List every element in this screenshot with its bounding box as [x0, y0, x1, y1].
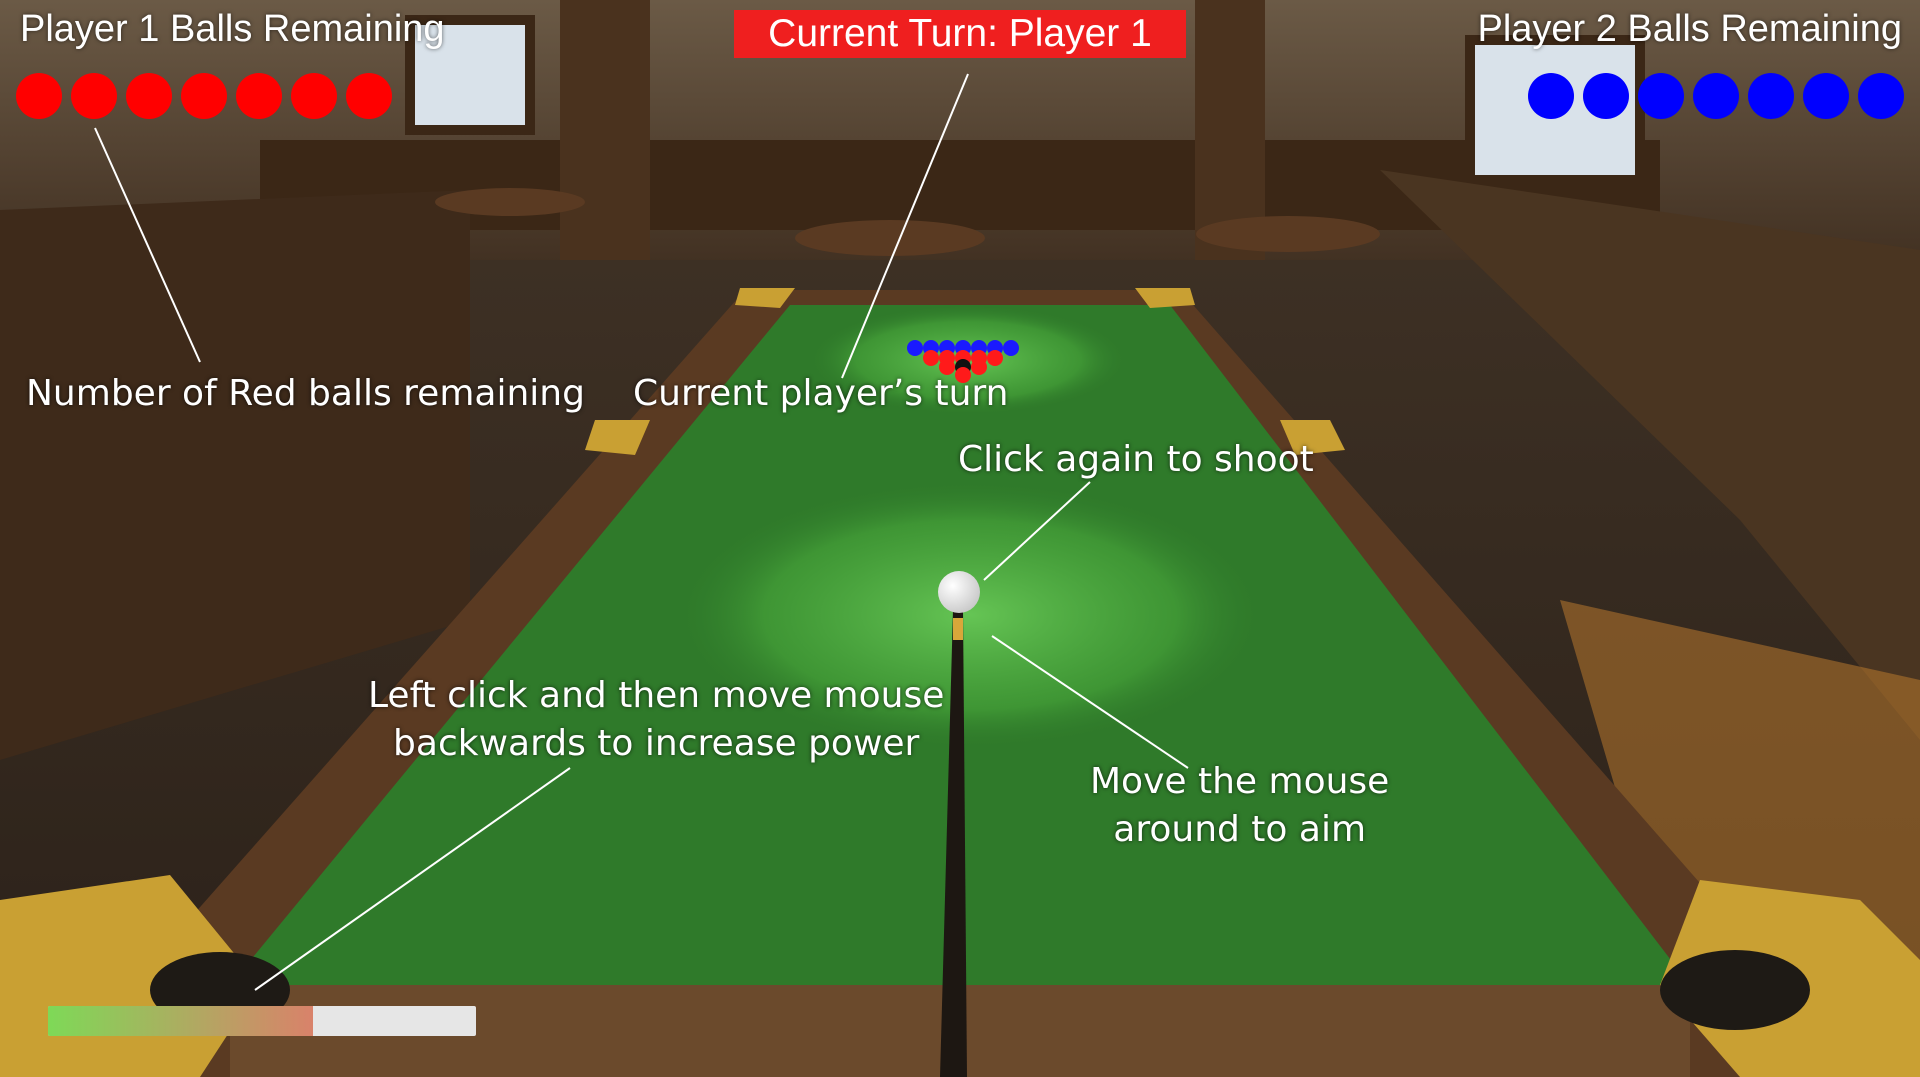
- player1-balls-remaining: [15, 72, 393, 122]
- remaining-ball-icon: [291, 73, 337, 119]
- annotation-red-balls: Number of Red balls remaining: [26, 373, 585, 414]
- remaining-ball-icon: [181, 73, 227, 119]
- annotation-power-line1: Left click and then move mouse: [368, 675, 945, 716]
- remaining-ball-icon: [16, 73, 62, 119]
- current-turn-banner: Current Turn: Player 1: [734, 10, 1186, 58]
- power-bar-fill: [48, 1006, 314, 1036]
- player2-balls-title: Player 2 Balls Remaining: [1477, 8, 1902, 50]
- rack-ball: [907, 340, 923, 356]
- annotation-power-line2: backwards to increase power: [393, 723, 920, 764]
- player1-balls-title: Player 1 Balls Remaining: [20, 8, 445, 50]
- game-scene[interactable]: [0, 0, 1920, 1077]
- rack-ball: [923, 350, 939, 366]
- annotation-click-shoot: Click again to shoot: [958, 439, 1314, 480]
- remaining-ball-icon: [1748, 73, 1794, 119]
- rack-ball: [1003, 340, 1019, 356]
- annotation-aim: Move the mouse around to aim: [1090, 758, 1389, 854]
- remaining-ball-icon: [1528, 73, 1574, 119]
- annotation-power: Left click and then move mouse backwards…: [368, 672, 944, 768]
- remaining-ball-icon: [126, 73, 172, 119]
- table-bg-1: [435, 188, 585, 216]
- remaining-ball-icon: [71, 73, 117, 119]
- annotation-current-turn: Current player’s turn: [633, 373, 1009, 414]
- player2-balls-remaining: [1527, 72, 1905, 122]
- remaining-ball-icon: [1803, 73, 1849, 119]
- remaining-ball-icon: [236, 73, 282, 119]
- remaining-ball-icon: [346, 73, 392, 119]
- rack-ball: [987, 350, 1003, 366]
- pocket-near-right-hole: [1660, 950, 1810, 1030]
- cue-ferrule: [953, 618, 963, 640]
- annotation-aim-line2: around to aim: [1113, 809, 1367, 850]
- turn-banner-text: Current Turn: Player 1: [768, 12, 1152, 55]
- remaining-ball-icon: [1858, 73, 1904, 119]
- annotation-aim-line1: Move the mouse: [1090, 761, 1390, 802]
- cue-ball[interactable]: [938, 571, 980, 613]
- shot-power-bar: [48, 1006, 476, 1036]
- table-bg-3: [1196, 216, 1380, 252]
- remaining-ball-icon: [1638, 73, 1684, 119]
- table-bg-2: [795, 220, 985, 256]
- remaining-ball-icon: [1693, 73, 1739, 119]
- remaining-ball-icon: [1583, 73, 1629, 119]
- beam-center: [1195, 0, 1265, 300]
